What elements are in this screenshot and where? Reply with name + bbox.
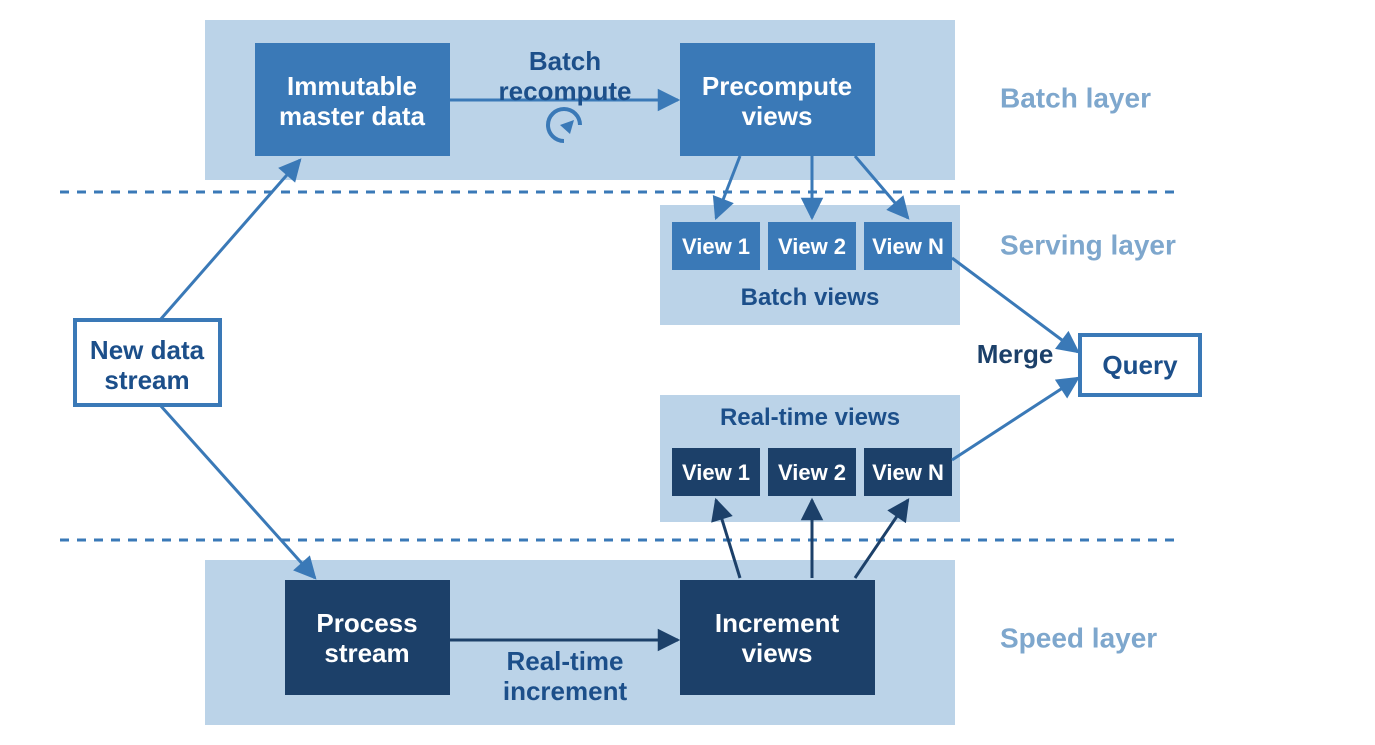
realtime-inc-l2: increment <box>503 676 628 706</box>
increment-l1: Increment <box>715 608 840 638</box>
batch-recompute-l1: Batch <box>529 46 601 76</box>
immutable-master-data-node: Immutable master data <box>255 43 450 156</box>
precompute-l1: Precompute <box>702 71 852 101</box>
batch-layer-label: Batch layer <box>1000 82 1151 113</box>
rt-view-n: View N <box>864 448 952 496</box>
rt-view-1: View 1 <box>672 448 760 496</box>
batch-view-2: View 2 <box>768 222 856 270</box>
batch-view-n: View N <box>864 222 952 270</box>
svg-text:View N: View N <box>872 234 944 259</box>
svg-text:View 2: View 2 <box>778 460 846 485</box>
new-data-l2: stream <box>104 365 189 395</box>
increment-l2: views <box>742 638 813 668</box>
arrow-newdata-to-process <box>160 405 315 578</box>
svg-text:View 2: View 2 <box>778 234 846 259</box>
immutable-master-l2: master data <box>279 101 425 131</box>
merge-label: Merge <box>977 339 1054 369</box>
precompute-views-node: Precompute views <box>680 43 875 156</box>
realtime-inc-l1: Real-time <box>506 646 623 676</box>
process-stream-node: Process stream <box>285 580 450 695</box>
speed-layer-label: Speed layer <box>1000 622 1157 653</box>
svg-text:View 1: View 1 <box>682 460 750 485</box>
new-data-stream-node: New data stream <box>75 320 220 405</box>
batch-views-title: Batch views <box>741 284 880 311</box>
svg-text:View 1: View 1 <box>682 234 750 259</box>
svg-text:View N: View N <box>872 460 944 485</box>
new-data-l1: New data <box>90 335 205 365</box>
serving-layer-label: Serving layer <box>1000 229 1176 260</box>
query-node: Query <box>1080 335 1200 395</box>
process-stream-l2: stream <box>324 638 409 668</box>
batch-view-1: View 1 <box>672 222 760 270</box>
rt-view-2: View 2 <box>768 448 856 496</box>
batch-recompute-l2: recompute <box>499 76 632 106</box>
precompute-l2: views <box>742 101 813 131</box>
arrow-newdata-to-master <box>160 160 300 320</box>
process-stream-l1: Process <box>316 608 417 638</box>
arrow-rtviews-to-query <box>952 378 1078 460</box>
increment-views-node: Increment views <box>680 580 875 695</box>
immutable-master-l1: Immutable <box>287 71 417 101</box>
arrow-batchviews-to-query <box>952 258 1078 352</box>
query-label: Query <box>1102 350 1178 380</box>
realtime-views-title: Real-time views <box>720 404 900 431</box>
